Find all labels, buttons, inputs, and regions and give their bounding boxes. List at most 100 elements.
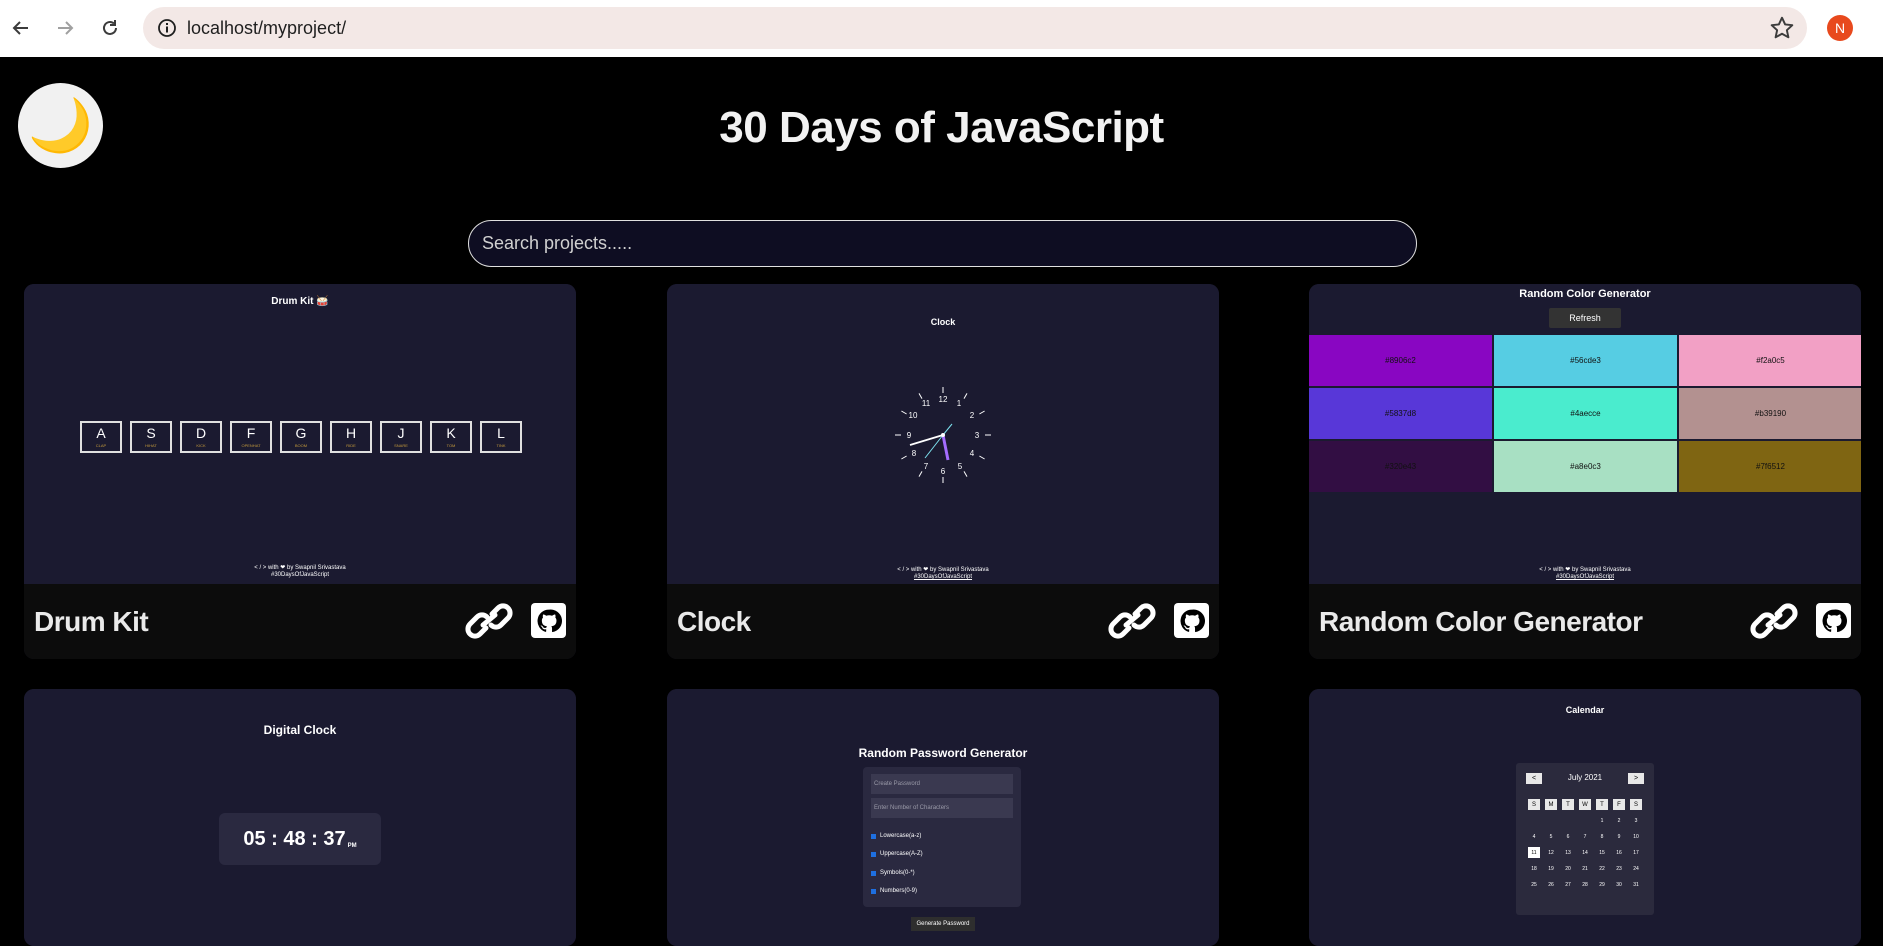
key-letter: J <box>397 425 405 441</box>
calendar-day: 3 <box>1634 817 1638 824</box>
page-content: 🌙 30 Days of JavaScript Drum Kit 🥁 ACLAP… <box>0 57 1883 946</box>
option-numbers: Numbers(0-9) <box>871 888 917 894</box>
hour-hand <box>941 434 950 461</box>
calendar-empty-cell <box>1545 815 1557 826</box>
project-preview[interactable]: Random Password Generator Create Passwor… <box>667 689 1219 946</box>
drum-keys: A CLAP S HIHAT D KICK F OPENHAT G BOOM H RIDE … <box>80 421 522 453</box>
refresh-button: Refresh <box>1549 308 1621 328</box>
drum-key: L TINK <box>480 421 522 453</box>
drum-key: H RIDE <box>330 421 372 453</box>
option-label: Symbols(0-*) <box>880 870 915 876</box>
color-cell: #f2a0c5 <box>1679 335 1861 386</box>
key-sound: RIDE <box>346 443 356 448</box>
search-input[interactable] <box>468 220 1417 267</box>
checkbox-icon <box>871 870 876 876</box>
calendar-empty-cell <box>1562 815 1574 826</box>
calendar-day: 15 <box>1599 849 1605 856</box>
key-letter: L <box>497 425 505 441</box>
color-cell: #a8e0c3 <box>1494 441 1677 492</box>
key-letter: G <box>295 425 307 441</box>
weekday-header: F <box>1613 799 1625 810</box>
calendar-day: 14 <box>1582 849 1588 856</box>
color-cell: #b39190 <box>1679 388 1861 439</box>
preview-heading: Calendar <box>1565 705 1605 715</box>
calendar-day: 10 <box>1633 833 1639 840</box>
color-cell: #4aecce <box>1494 388 1677 439</box>
url-text[interactable]: localhost/myproject/ <box>187 18 346 39</box>
address-bar[interactable]: localhost/myproject/ <box>143 7 1807 49</box>
calendar-day: 12 <box>1548 849 1554 856</box>
digital-clock-display: 05 : 48 : 37 PM <box>219 813 381 865</box>
weekday-header: M <box>1545 799 1557 810</box>
project-preview[interactable]: Calendar < July 2021 > SMTWTFS1234567891… <box>1309 689 1861 946</box>
weekday-header: S <box>1528 799 1540 810</box>
project-preview[interactable]: Random Color Generator Refresh #8906c2 #… <box>1309 284 1861 584</box>
clock-number-9: 9 <box>907 431 912 440</box>
key-sound: CLAP <box>95 443 107 448</box>
project-preview[interactable]: Digital Clock 05 : 48 : 37 PM <box>24 689 576 946</box>
key-sound: KICK <box>196 443 206 448</box>
password-form: Create Password Enter Number of Characte… <box>863 767 1021 907</box>
calendar-day: 28 <box>1582 881 1588 888</box>
clock-hours: 05 <box>243 827 266 850</box>
drum-key: S HIHAT <box>130 421 172 453</box>
key-letter: D <box>195 425 207 441</box>
project-card-clock: Clock 12 1 2 3 4 5 6 7 8 9 10 11 < / > w… <box>667 284 1219 659</box>
checkbox-icon <box>871 851 876 857</box>
clock-minutes: 48 <box>283 827 306 850</box>
drum-key: J SNARE <box>380 421 422 453</box>
calendar-grid: S M T W T F S 1 2 3 4 5 6 7 8 9 10 11 12 13 14 15 16 17 18 19 20 21… <box>1528 799 1642 890</box>
clock-number-7: 7 <box>924 462 929 471</box>
option-symbols: Symbols(0-*) <box>871 870 915 876</box>
key-letter: H <box>345 425 357 441</box>
calendar-day: 26 <box>1548 881 1554 888</box>
calendar-day: 22 <box>1599 865 1605 872</box>
calendar-day: 2 <box>1617 817 1621 824</box>
link-icon[interactable] <box>464 598 514 644</box>
analog-clock: 12 1 2 3 4 5 6 7 8 9 10 11 <box>895 387 991 483</box>
calendar-day: 29 <box>1599 881 1605 888</box>
weekday-header: T <box>1596 799 1608 810</box>
weekday-header: S <box>1630 799 1642 810</box>
credit-hashtag: #30DaysOfJavaScript <box>1555 574 1615 580</box>
project-preview[interactable]: Clock 12 1 2 3 4 5 6 7 8 9 10 11 < / > w… <box>667 284 1219 584</box>
forward-button[interactable] <box>45 8 85 48</box>
key-sound: TOM <box>446 443 456 448</box>
key-sound: BOOM <box>294 443 308 448</box>
calendar-empty-cell <box>1579 815 1591 826</box>
color-cell: #7f6512 <box>1679 441 1861 492</box>
profile-avatar[interactable]: N <box>1827 15 1853 41</box>
card-title: Random Color Generator <box>1319 605 1643 637</box>
credit-hashtag: #30DaysOfJavaScript <box>913 574 973 580</box>
calendar-day: 8 <box>1600 833 1604 840</box>
back-button[interactable] <box>1 8 41 48</box>
github-icon[interactable] <box>1816 603 1851 638</box>
project-card-calendar: Calendar < July 2021 > SMTWTFS1234567891… <box>1309 689 1861 946</box>
color-cell: #8906c2 <box>1309 335 1492 386</box>
site-info-icon[interactable] <box>147 18 187 38</box>
clock-number-2: 2 <box>970 411 975 420</box>
bookmark-star-icon[interactable] <box>1769 15 1795 41</box>
option-label: Uppercase(A-Z) <box>880 851 923 857</box>
calendar-day: 5 <box>1549 833 1553 840</box>
preview-heading: Clock <box>930 317 956 327</box>
option-label: Numbers(0-9) <box>880 888 918 894</box>
github-icon[interactable] <box>531 603 566 638</box>
calendar-day: 9 <box>1617 833 1621 840</box>
key-letter: K <box>446 425 456 441</box>
reload-button[interactable] <box>90 8 130 48</box>
github-icon[interactable] <box>1174 603 1209 638</box>
project-preview[interactable]: Drum Kit 🥁 A CLAP S HIHAT D KICK F OPENHAT G… <box>24 284 576 584</box>
drum-key: K TOM <box>430 421 472 453</box>
link-icon[interactable] <box>1749 598 1799 644</box>
second-tail <box>942 423 953 436</box>
drum-key: F OPENHAT <box>230 421 272 453</box>
card-title: Clock <box>677 605 751 637</box>
option-lowercase: Lowercase(a-z) <box>871 833 921 839</box>
key-sound: HIHAT <box>145 443 157 448</box>
clock-number-1: 1 <box>957 399 962 408</box>
key-sound: SNARE <box>394 443 408 448</box>
link-icon[interactable] <box>1107 598 1157 644</box>
drum-key: G BOOM <box>280 421 322 453</box>
preview-heading: Random Color Generator <box>1519 288 1651 300</box>
